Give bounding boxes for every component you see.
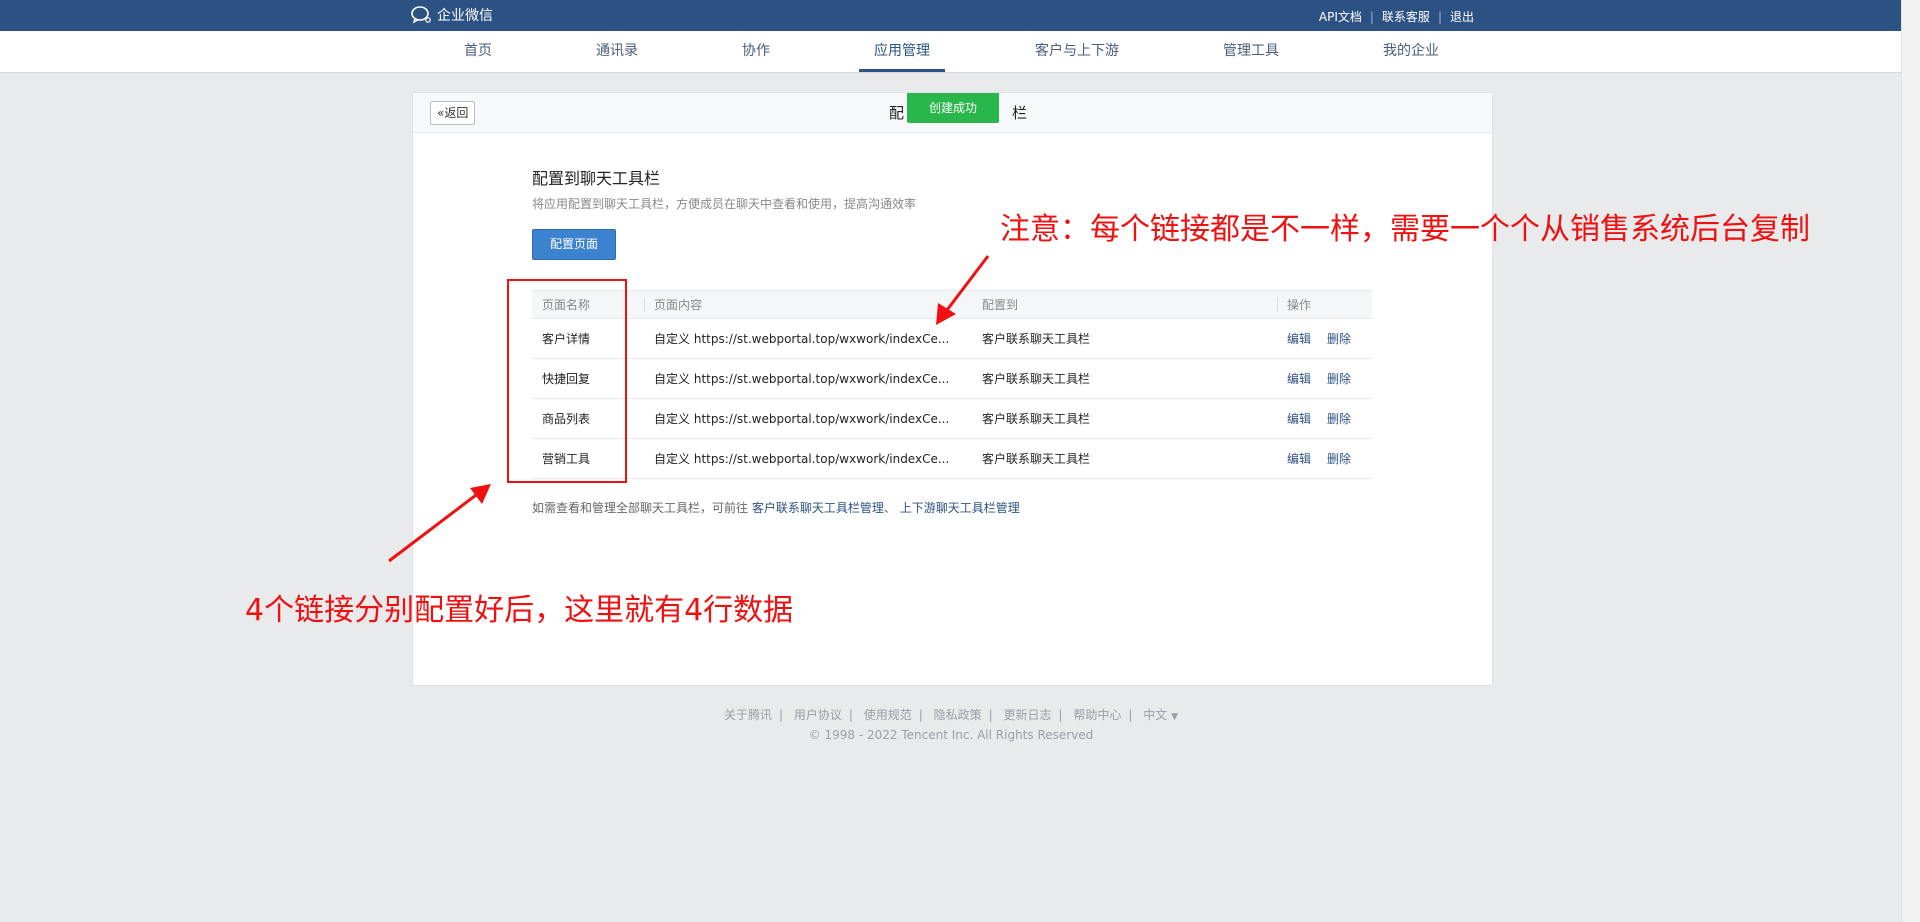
annotation-top-note: 注意：每个链接都是不一样，需要一个个从销售系统后台复制 — [1000, 212, 1810, 247]
nav-app-management[interactable]: 应用管理 — [859, 31, 945, 72]
delete-link[interactable]: 删除 — [1327, 332, 1351, 346]
nav-collaboration[interactable]: 协作 — [741, 31, 771, 72]
nav-home[interactable]: 首页 — [463, 31, 493, 72]
back-label: 返回 — [444, 106, 469, 120]
row-page-content: 自定义 https://st.webportal.top/wxwork/inde… — [654, 332, 950, 346]
footer-rules-link[interactable]: 使用规范 — [864, 708, 912, 722]
footer-changelog-link[interactable]: 更新日志 — [1004, 708, 1052, 722]
section-description: 将应用配置到聊天工具栏，方便成员在聊天中查看和使用，提高沟通效率 — [532, 197, 917, 211]
row-configured-to: 客户联系聊天工具栏 — [972, 398, 1277, 439]
edit-link[interactable]: 编辑 — [1287, 372, 1311, 386]
vertical-scrollbar[interactable] — [1901, 0, 1920, 922]
row-configured-to: 客户联系聊天工具栏 — [972, 438, 1277, 479]
customer-toolbar-manage-link[interactable]: 客户联系聊天工具栏管理 — [752, 501, 884, 515]
annotation-bottom-note: 4个链接分别配置好后，这里就有4行数据 — [245, 593, 794, 628]
footer-help-link[interactable]: 帮助中心 — [1073, 708, 1121, 722]
caret-down-icon: ▼ — [1171, 712, 1179, 722]
table-row: 商品列表 自定义 https://st.webportal.top/wxwork… — [532, 398, 1372, 439]
table-row: 客户详情 自定义 https://st.webportal.top/wxwork… — [532, 318, 1372, 359]
delete-link[interactable]: 删除 — [1327, 452, 1351, 466]
col-page-content: 页面内容 — [644, 290, 973, 319]
delete-link[interactable]: 删除 — [1327, 372, 1351, 386]
col-actions: 操作 — [1277, 290, 1372, 319]
row-page-content: 自定义 https://st.webportal.top/wxwork/inde… — [654, 372, 950, 386]
footer-links: 关于腾讯 | 用户协议 | 使用规范 | 隐私政策 | 更新日志 | 帮助中心 | 中文 ▼ — [723, 708, 1179, 722]
toolbar-pages-table: 页面名称 页面内容 配置到 操作 客户详情 自定义 https://st.web… — [532, 290, 1372, 479]
table-header-row: 页面名称 页面内容 配置到 操作 — [532, 290, 1372, 319]
top-links: API文档 | 联系客服 | 退出 — [1318, 8, 1474, 25]
footer-about-link[interactable]: 关于腾讯 — [724, 708, 772, 722]
edit-link[interactable]: 编辑 — [1287, 412, 1311, 426]
wecom-logo-icon — [411, 6, 431, 24]
footer-agreement-link[interactable]: 用户协议 — [794, 708, 842, 722]
delete-link[interactable]: 删除 — [1327, 412, 1351, 426]
top-bar: 企业微信 API文档 | 联系客服 | 退出 — [0, 0, 1902, 31]
back-button[interactable]: «返回 — [430, 101, 476, 125]
nav-my-company[interactable]: 我的企业 — [1382, 31, 1440, 72]
table-row: 快捷回复 自定义 https://st.webportal.top/wxwork… — [532, 358, 1372, 399]
success-toast: 创建成功 — [907, 93, 999, 123]
nav-customers-upstream[interactable]: 客户与上下游 — [1034, 31, 1120, 72]
api-docs-link[interactable]: API文档 — [1319, 8, 1362, 25]
col-configured-to: 配置到 — [972, 290, 1277, 319]
main-nav: 首页 通讯录 协作 应用管理 客户与上下游 管理工具 我的企业 — [0, 31, 1902, 73]
brand-logo[interactable]: 企业微信 — [411, 5, 493, 25]
row-configured-to: 客户联系聊天工具栏 — [972, 358, 1277, 399]
upstream-toolbar-manage-link[interactable]: 上下游聊天工具栏管理 — [900, 501, 1020, 515]
language-selector[interactable]: 中文 ▼ — [1143, 708, 1178, 722]
edit-link[interactable]: 编辑 — [1287, 332, 1311, 346]
copyright: © 1998 - 2022 Tencent Inc. All Rights Re… — [808, 728, 1094, 742]
section-title: 配置到聊天工具栏 — [532, 169, 661, 188]
logout-link[interactable]: 退出 — [1450, 8, 1474, 25]
edit-link[interactable]: 编辑 — [1287, 452, 1311, 466]
nav-contacts[interactable]: 通讯录 — [595, 31, 639, 72]
configure-page-button[interactable]: 配置页面 — [532, 229, 616, 260]
nav-admin-tools[interactable]: 管理工具 — [1222, 31, 1280, 72]
toolbar-management-note: 如需查看和管理全部聊天工具栏，可前往 客户联系聊天工具栏管理、 上下游聊天工具栏… — [532, 501, 1020, 515]
row-page-content: 自定义 https://st.webportal.top/wxwork/inde… — [654, 452, 950, 466]
row-configured-to: 客户联系聊天工具栏 — [972, 318, 1277, 359]
row-page-content: 自定义 https://st.webportal.top/wxwork/inde… — [654, 412, 950, 426]
brand-name: 企业微信 — [437, 8, 493, 24]
contact-support-link[interactable]: 联系客服 — [1382, 8, 1430, 25]
footer-privacy-link[interactable]: 隐私政策 — [934, 708, 982, 722]
table-row: 营销工具 自定义 https://st.webportal.top/wxwork… — [532, 438, 1372, 479]
panel-header: «返回 配栏 创建成功 — [413, 93, 1492, 133]
highlight-box — [507, 279, 627, 483]
